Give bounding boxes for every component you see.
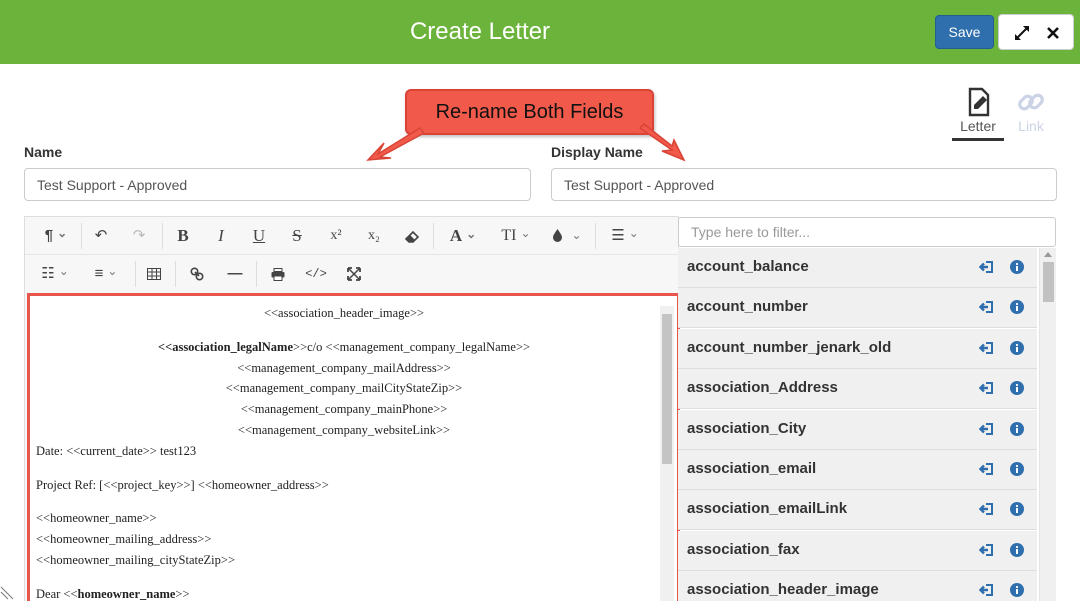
- field-list-item[interactable]: association_header_image: [678, 571, 1037, 601]
- field-name: account_balance: [687, 258, 809, 275]
- save-button[interactable]: Save: [935, 15, 994, 49]
- display-name-label: Display Name: [551, 144, 643, 160]
- document-body[interactable]: <<association_header_image>> <<associati…: [27, 293, 680, 601]
- field-name: account_number: [687, 298, 808, 316]
- info-icon[interactable]: [1010, 502, 1024, 517]
- paragraph-format-icon[interactable]: ¶: [37, 224, 75, 248]
- field-name: association_City: [687, 419, 807, 437]
- edit-document-icon: [968, 87, 990, 117]
- doc-line: <<homeowner_name>>: [36, 511, 157, 525]
- tab-link-label: Link: [1018, 118, 1044, 134]
- superscript-icon[interactable]: x²: [325, 224, 347, 248]
- italic-icon[interactable]: I: [211, 224, 231, 248]
- field-list-scrollbar[interactable]: [1039, 248, 1056, 601]
- info-icon[interactable]: [1010, 260, 1024, 274]
- table-icon[interactable]: [143, 262, 165, 286]
- expand-icon[interactable]: [1012, 23, 1032, 43]
- info-icon[interactable]: [1010, 462, 1024, 476]
- bold-icon[interactable]: B: [173, 224, 193, 248]
- field-list-item[interactable]: association_fax: [678, 530, 1037, 571]
- field-name: association_emailLink: [687, 500, 848, 518]
- horizontal-line-icon[interactable]: —: [224, 262, 246, 286]
- field-list-item[interactable]: association_City: [678, 409, 1037, 450]
- insert-field-icon[interactable]: [979, 300, 994, 314]
- insert-link-icon[interactable]: [186, 262, 208, 286]
- insert-field-icon[interactable]: [979, 543, 994, 557]
- document-scrollbar[interactable]: [660, 306, 674, 601]
- doc-line: Project Ref: [<<project_key>>] <<homeown…: [36, 478, 329, 492]
- field-name: association_Address: [687, 379, 838, 397]
- info-icon[interactable]: [1010, 340, 1024, 355]
- link-icon: [1018, 93, 1044, 111]
- clear-formatting-icon[interactable]: [401, 224, 423, 248]
- doc-line: Date: <<current_date>> test123: [36, 444, 197, 458]
- page-title: Create Letter: [409, 18, 551, 45]
- doc-line: <<management_company_mainPhone>>: [240, 402, 448, 416]
- doc-line: Dear <<homeowner_name>>: [36, 587, 190, 601]
- unordered-list-icon[interactable]: ☰: [605, 224, 645, 248]
- merge-field-list: account_balance account_number account_num…: [678, 248, 1038, 601]
- name-label: Name: [24, 144, 63, 160]
- editor-toolbar-row-1: ¶ ↶ ↷ B I U S x² x₂ A TI ☰: [25, 217, 678, 255]
- font-family-icon[interactable]: A: [443, 224, 483, 248]
- insert-field-icon[interactable]: [979, 422, 994, 436]
- doc-line: <<homeowner_mailing_cityStateZip>>: [36, 553, 235, 567]
- field-list-item[interactable]: association_Address: [678, 369, 1037, 410]
- field-name: association_header_image: [687, 581, 879, 599]
- ordered-list-icon[interactable]: ☷: [35, 262, 75, 286]
- info-icon[interactable]: [1010, 300, 1024, 315]
- subscript-icon[interactable]: x₂: [363, 224, 385, 248]
- underline-icon[interactable]: U: [249, 224, 269, 248]
- field-filter-input[interactable]: [678, 217, 1056, 247]
- doc-line: <<management_company_mailCityStateZip>>: [225, 381, 463, 395]
- editor-toolbar-row-2: ☷ ≡ — </>: [25, 255, 678, 293]
- doc-line: <<management_company_websiteLink>>: [237, 423, 451, 437]
- doc-line: <<homeowner_mailing_address>>: [36, 532, 212, 546]
- header-bar: Create Letter Save: [0, 0, 1080, 64]
- insert-field-icon[interactable]: [979, 462, 994, 476]
- text-color-icon[interactable]: [549, 224, 585, 248]
- field-name: association_email: [687, 460, 817, 477]
- active-tab-indicator: [952, 138, 1004, 141]
- redo-icon[interactable]: ↷: [129, 224, 149, 248]
- info-icon[interactable]: [1010, 542, 1024, 557]
- doc-line: <<management_company_mailAddress>>: [237, 361, 451, 375]
- rich-text-editor: ¶ ↶ ↷ B I U S x² x₂ A TI ☰ ☷ ≡ —: [24, 216, 680, 601]
- display-name-field[interactable]: [551, 168, 1057, 201]
- doc-line: <<association_header_image>>: [263, 306, 425, 320]
- fullscreen-icon[interactable]: [343, 262, 365, 286]
- strikethrough-icon[interactable]: S: [287, 224, 307, 248]
- undo-icon[interactable]: ↶: [91, 224, 111, 248]
- info-icon[interactable]: [1010, 381, 1024, 396]
- align-icon[interactable]: ≡: [85, 262, 127, 286]
- callout-box: Re-name Both Fields: [405, 89, 654, 135]
- tab-link[interactable]: Link: [1003, 86, 1059, 142]
- insert-field-icon[interactable]: [979, 260, 994, 274]
- info-icon[interactable]: [1010, 583, 1024, 598]
- window-controls: [998, 14, 1074, 50]
- insert-field-icon[interactable]: [979, 341, 994, 355]
- field-list-item[interactable]: account_number_jenark_old: [678, 328, 1037, 369]
- field-list-item[interactable]: association_email: [678, 450, 1037, 490]
- tab-letter[interactable]: Letter: [950, 86, 1006, 142]
- insert-field-icon[interactable]: [979, 583, 994, 597]
- code-view-icon[interactable]: </>: [305, 262, 327, 286]
- name-field[interactable]: [24, 168, 531, 201]
- doc-line: <<association_legalName>>c/o <<managemen…: [157, 340, 531, 354]
- field-list-item[interactable]: account_balance: [678, 248, 1037, 288]
- field-list-item[interactable]: association_emailLink: [678, 490, 1037, 531]
- tab-letter-label: Letter: [960, 118, 996, 134]
- field-list-item[interactable]: account_number: [678, 288, 1037, 329]
- insert-field-icon[interactable]: [979, 502, 994, 516]
- info-icon[interactable]: [1010, 421, 1024, 436]
- close-icon[interactable]: [1043, 23, 1063, 43]
- field-name: association_fax: [687, 540, 800, 558]
- field-name: account_number_jenark_old: [687, 338, 892, 356]
- resize-grip-icon[interactable]: [0, 586, 14, 600]
- print-icon[interactable]: [267, 262, 289, 286]
- font-size-icon[interactable]: TI: [495, 224, 537, 248]
- insert-field-icon[interactable]: [979, 381, 994, 395]
